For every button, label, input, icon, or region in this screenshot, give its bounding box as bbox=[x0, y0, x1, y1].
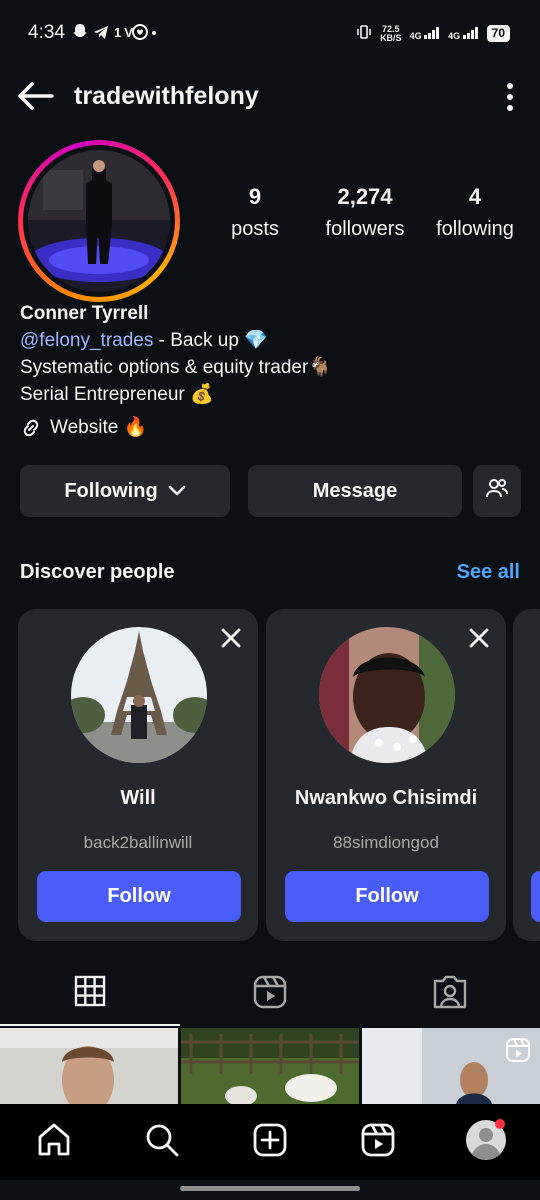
tab-reels[interactable] bbox=[180, 962, 360, 1026]
suggestion-card[interactable]: Will back2ballinwill Follow bbox=[18, 609, 258, 941]
system-indicators: 72.5 KB/S 4G 4G 70 bbox=[356, 24, 510, 43]
followers-label: followers bbox=[325, 218, 405, 240]
profile-header: tradewithfelony bbox=[0, 70, 540, 122]
profile-content-tabs bbox=[0, 962, 540, 1026]
back-arrow-icon[interactable] bbox=[16, 78, 56, 114]
following-stat[interactable]: 4 following bbox=[420, 184, 530, 241]
create-icon bbox=[252, 1122, 288, 1163]
reels-icon bbox=[253, 975, 287, 1014]
follow-button-partial[interactable] bbox=[531, 871, 540, 922]
bio-line-1: @felony_trades - Back up 💎 bbox=[20, 330, 268, 351]
bio-line-2: Systematic options & equity trader🐐 bbox=[20, 357, 332, 378]
more-options-icon[interactable] bbox=[504, 82, 516, 112]
signal-1: 4G bbox=[410, 26, 441, 41]
see-all-link[interactable]: See all bbox=[457, 561, 520, 584]
following-count: 4 bbox=[468, 184, 482, 209]
bottom-navigation bbox=[0, 1104, 540, 1180]
suggested-people-button[interactable] bbox=[473, 465, 521, 517]
posts-grid bbox=[0, 1028, 540, 1104]
suggestion-name: Will bbox=[120, 787, 156, 809]
notification-icons: 1V bbox=[72, 22, 182, 47]
post-thumbnail[interactable] bbox=[181, 1028, 359, 1104]
home-icon bbox=[36, 1122, 72, 1163]
message-button-label: Message bbox=[312, 479, 398, 502]
suggestion-avatar[interactable] bbox=[319, 627, 455, 763]
post-thumbnail[interactable] bbox=[362, 1028, 540, 1104]
instagram-profile-screen: 4:34 1V 72.5 KB/S 4G 4G 70 tradewithfelo… bbox=[0, 0, 540, 1200]
tagged-icon bbox=[433, 975, 467, 1014]
close-icon[interactable] bbox=[220, 627, 242, 649]
display-name: Conner Tyrrell bbox=[20, 303, 149, 324]
bio-line-3: Serial Entrepreneur 💰 bbox=[20, 384, 214, 405]
website-link[interactable]: Website 🔥 bbox=[20, 414, 520, 441]
profile-avatar[interactable] bbox=[28, 150, 170, 292]
nav-reels[interactable] bbox=[348, 1112, 408, 1172]
tab-tagged[interactable] bbox=[360, 962, 540, 1026]
vibrate-icon bbox=[356, 24, 372, 43]
followers-stat[interactable]: 2,274 followers bbox=[310, 184, 420, 241]
posts-label: posts bbox=[231, 218, 279, 240]
posts-stat[interactable]: 9 posts bbox=[200, 184, 310, 241]
link-icon bbox=[20, 417, 42, 439]
suggestion-username: back2ballinwill bbox=[83, 833, 193, 852]
chevron-down-icon bbox=[168, 480, 186, 503]
suggestion-name: Nwankwo Chisimdi bbox=[294, 787, 478, 809]
signal-2: 4G bbox=[448, 26, 479, 41]
battery-indicator: 70 bbox=[486, 25, 510, 42]
close-icon[interactable] bbox=[468, 627, 490, 649]
story-ring[interactable] bbox=[18, 140, 180, 302]
status-bar: 4:34 1V 72.5 KB/S 4G 4G 70 bbox=[0, 0, 540, 66]
followers-count: 2,274 bbox=[337, 184, 393, 209]
status-time: 4:34 bbox=[28, 22, 65, 43]
profile-stats: 9 posts 2,274 followers 4 following bbox=[200, 184, 530, 241]
suggestion-card[interactable]: Nwankwo Chisimdi 88simdiongod Follow bbox=[266, 609, 506, 941]
profile-bio: Conner Tyrrell @felony_trades - Back up … bbox=[20, 300, 520, 441]
reel-badge-icon bbox=[506, 1038, 530, 1067]
message-button[interactable]: Message bbox=[248, 465, 462, 517]
follow-button[interactable]: Follow bbox=[285, 871, 489, 922]
nav-profile[interactable] bbox=[456, 1112, 516, 1172]
suggestion-avatar[interactable] bbox=[71, 627, 207, 763]
reels-icon bbox=[360, 1122, 396, 1163]
following-button-label: Following bbox=[64, 479, 158, 502]
website-label: Website 🔥 bbox=[50, 417, 148, 438]
follow-button[interactable]: Follow bbox=[37, 871, 241, 922]
profile-avatar bbox=[464, 1118, 508, 1167]
suggestion-username: 88simdiongod bbox=[333, 833, 439, 852]
suggestion-card-partial[interactable] bbox=[513, 609, 540, 941]
nav-search[interactable] bbox=[132, 1112, 192, 1172]
following-button[interactable]: Following bbox=[20, 465, 230, 517]
post-thumbnail[interactable] bbox=[0, 1028, 178, 1104]
nav-home[interactable] bbox=[24, 1112, 84, 1172]
grid-icon bbox=[74, 975, 106, 1012]
tab-posts-grid[interactable] bbox=[0, 962, 180, 1026]
add-people-icon bbox=[485, 477, 509, 505]
search-icon bbox=[144, 1122, 180, 1163]
page-title: tradewithfelony bbox=[74, 82, 259, 110]
gesture-bar bbox=[180, 1186, 360, 1191]
network-speed: 72.5 KB/S bbox=[380, 23, 402, 43]
discover-people-title: Discover people bbox=[20, 561, 175, 583]
posts-count: 9 bbox=[248, 184, 262, 209]
mention-link[interactable]: @felony_trades bbox=[20, 330, 153, 351]
following-label: following bbox=[436, 218, 514, 240]
nav-create[interactable] bbox=[240, 1112, 300, 1172]
